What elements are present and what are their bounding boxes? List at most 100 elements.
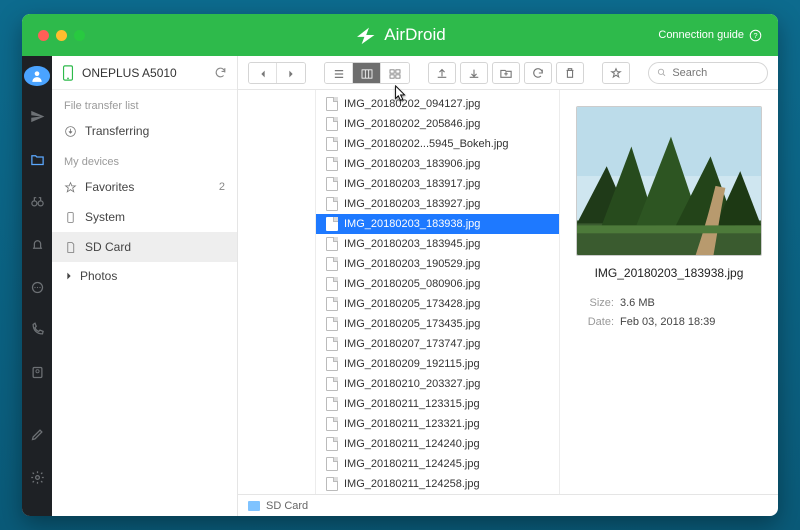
file-row[interactable]: IMG_20180202_205846.jpg — [316, 114, 559, 134]
send-icon[interactable] — [22, 106, 52, 129]
file-name: IMG_20180203_190529.jpg — [344, 258, 480, 270]
file-icon — [326, 417, 338, 431]
edit-icon[interactable] — [22, 423, 52, 446]
star-icon — [64, 181, 77, 194]
file-icon — [326, 397, 338, 411]
phone-icon — [62, 65, 74, 81]
message-icon[interactable] — [22, 276, 52, 299]
favorite-button[interactable] — [602, 62, 630, 84]
sidebar: ONEPLUS A5010 File transfer list Transfe… — [52, 56, 238, 516]
nav-back-button[interactable] — [249, 63, 277, 84]
column-spacer — [238, 90, 316, 494]
toolbar — [238, 56, 778, 90]
preview-filename: IMG_20180203_183938.jpg — [595, 266, 744, 280]
download-button[interactable] — [460, 62, 488, 84]
file-name: IMG_20180205_173428.jpg — [344, 298, 480, 310]
file-row[interactable]: IMG_20180211_124240.jpg — [316, 434, 559, 454]
file-row[interactable]: IMG_20180211_124258.jpg — [316, 474, 559, 494]
app-window: AirDroid Connection guide ? ONEPLUS A501… — [22, 14, 778, 516]
file-row[interactable]: IMG_20180203_183945.jpg — [316, 234, 559, 254]
nav-favorites[interactable]: Favorites 2 — [52, 172, 237, 202]
search-icon — [657, 67, 666, 78]
file-icon — [326, 217, 338, 231]
file-name: IMG_20180202_205846.jpg — [344, 118, 480, 130]
file-icon — [326, 377, 338, 391]
view-grid-button[interactable] — [381, 63, 409, 84]
binoculars-icon[interactable] — [22, 191, 52, 214]
file-row[interactable]: IMG_20180205_173428.jpg — [316, 294, 559, 314]
file-row[interactable]: IMG_20180202_094127.jpg — [316, 94, 559, 114]
file-icon — [326, 437, 338, 451]
nav-rail — [22, 56, 52, 516]
file-row[interactable]: IMG_20180203_183906.jpg — [316, 154, 559, 174]
folder-icon — [248, 501, 260, 511]
file-icon — [326, 477, 338, 491]
file-name: IMG_20180203_183927.jpg — [344, 198, 480, 210]
file-row[interactable]: IMG_20180211_123315.jpg — [316, 394, 559, 414]
file-row[interactable]: IMG_20180207_173747.jpg — [316, 334, 559, 354]
file-icon — [326, 317, 338, 331]
view-columns-button[interactable] — [353, 63, 381, 84]
airdroid-logo-icon — [354, 24, 376, 46]
refresh-icon[interactable] — [214, 66, 227, 79]
connection-guide-link[interactable]: Connection guide ? — [658, 29, 762, 42]
file-row[interactable]: IMG_20180210_203327.jpg — [316, 374, 559, 394]
file-name: IMG_20180207_173747.jpg — [344, 338, 480, 350]
file-icon — [326, 157, 338, 171]
app-name: AirDroid — [384, 25, 445, 45]
nav-forward-button[interactable] — [277, 63, 305, 84]
tree-photos[interactable]: Photos — [52, 262, 237, 290]
delete-button[interactable] — [556, 62, 584, 84]
bell-icon[interactable] — [22, 233, 52, 256]
file-row[interactable]: IMG_20180205_173435.jpg — [316, 314, 559, 334]
new-folder-button[interactable] — [492, 62, 520, 84]
file-row[interactable]: IMG_20180202...5945_Bokeh.jpg — [316, 134, 559, 154]
device-header: ONEPLUS A5010 — [52, 56, 237, 90]
device-name: ONEPLUS A5010 — [82, 66, 206, 80]
minimize-button[interactable] — [56, 30, 67, 41]
file-icon — [326, 237, 338, 251]
file-list[interactable]: IMG_20180202_094127.jpg IMG_20180202_2058… — [316, 90, 560, 494]
close-button[interactable] — [38, 30, 49, 41]
settings-icon[interactable] — [22, 466, 52, 489]
file-name: IMG_20180211_124258.jpg — [344, 478, 480, 490]
file-name: IMG_20180211_123321.jpg — [344, 418, 480, 430]
preview-date: Feb 03, 2018 18:39 — [620, 316, 715, 328]
file-icon — [326, 117, 338, 131]
file-row[interactable]: IMG_20180205_080906.jpg — [316, 274, 559, 294]
file-name: IMG_20180205_080906.jpg — [344, 278, 480, 290]
file-row[interactable]: IMG_20180211_124245.jpg — [316, 454, 559, 474]
nav-sdcard[interactable]: SD Card — [52, 232, 237, 262]
contacts-icon[interactable] — [22, 361, 52, 384]
maximize-button[interactable] — [74, 30, 85, 41]
download-circle-icon — [64, 125, 77, 138]
section-devices-label: My devices — [52, 146, 237, 172]
file-row[interactable]: IMG_20180203_183917.jpg — [316, 174, 559, 194]
file-icon — [326, 297, 338, 311]
file-row[interactable]: IMG_20180203_190529.jpg — [316, 254, 559, 274]
phone-icon — [64, 211, 77, 224]
file-row[interactable]: IMG_20180211_123321.jpg — [316, 414, 559, 434]
file-name: IMG_20180202_094127.jpg — [344, 98, 480, 110]
search-input[interactable] — [672, 67, 759, 79]
app-title: AirDroid — [354, 24, 445, 46]
window-controls — [38, 30, 85, 41]
files-icon[interactable] — [22, 148, 52, 171]
nav-transferring[interactable]: Transferring — [52, 116, 237, 146]
preview-panel: IMG_20180203_183938.jpg Size:3.6 MB Date… — [560, 90, 778, 494]
file-row[interactable]: IMG_20180203_183927.jpg — [316, 194, 559, 214]
file-row[interactable]: IMG_20180209_192115.jpg — [316, 354, 559, 374]
refresh-button[interactable] — [524, 62, 552, 84]
file-row[interactable]: IMG_20180203_183938.jpg — [316, 214, 559, 234]
avatar[interactable] — [24, 66, 50, 86]
status-path: SD Card — [266, 500, 308, 512]
file-name: IMG_20180209_192115.jpg — [344, 358, 480, 370]
file-name: IMG_20180202...5945_Bokeh.jpg — [344, 138, 509, 150]
call-icon[interactable] — [22, 318, 52, 341]
sdcard-icon — [64, 241, 77, 254]
nav-system[interactable]: System — [52, 202, 237, 232]
view-list-button[interactable] — [325, 63, 353, 84]
file-name: IMG_20180203_183938.jpg — [344, 218, 480, 230]
upload-button[interactable] — [428, 62, 456, 84]
search-box[interactable] — [648, 62, 768, 84]
